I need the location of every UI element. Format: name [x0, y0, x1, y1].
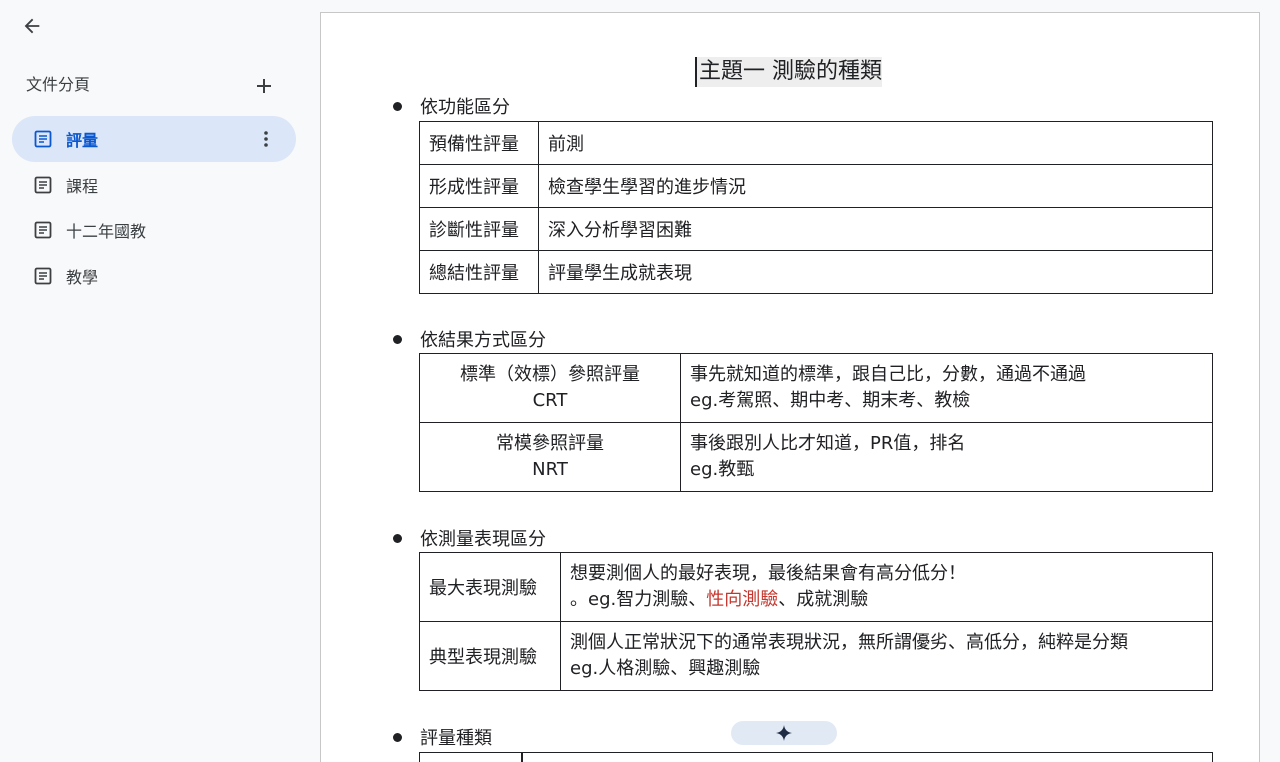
table-cell[interactable]: 檢查學生學習的進步情況 [538, 164, 1213, 208]
sidebar-item-label: 十二年國教 [66, 224, 147, 241]
section-heading[interactable]: 依結果方式區分 [393, 326, 546, 352]
sparkle-icon [776, 725, 792, 741]
table-row: 常模參照評量 NRT 事後跟別人比才知道，PR值，排名 eg.教甄 [419, 422, 1213, 492]
section-heading-text: 依結果方式區分 [420, 330, 546, 351]
sidebar-item-label: 評量 [66, 133, 99, 150]
table-row: 總結性評量 評量學生成就表現 [419, 250, 1213, 294]
function-table[interactable]: 預備性評量 前測 形成性評量 檢查學生學習的進步情況 診斷性評量 深入分析學習困… [419, 121, 1213, 294]
table-cell[interactable]: 事先就知道的標準，跟自己比，分數，通過不通過 eg.考駕照、期中考、期末考、教檢 [680, 353, 1213, 423]
sidebar: 文件分頁 評量 課程 十二年國教 教學 [0, 0, 310, 762]
document-icon [34, 221, 52, 239]
sidebar-item-label: 課程 [66, 179, 99, 196]
section-heading-text: 依測量表現區分 [420, 529, 546, 550]
document-page[interactable]: 主題一 測驗的種類 依功能區分 預備性評量 前測 形成性評量 檢查學生學習的進步… [320, 12, 1260, 762]
section-heading[interactable]: 依測量表現區分 [393, 525, 546, 551]
arrow-back-icon [24, 18, 40, 34]
table-cell[interactable]: 評量學生成就表現 [538, 250, 1213, 294]
table-row: 形成性評量 檢查學生學習的進步情況 [419, 164, 1213, 208]
table-cell[interactable]: 前測 [538, 121, 1213, 165]
bullet-icon [393, 732, 402, 742]
sidebar-item-teaching[interactable]: 教學 [12, 253, 296, 299]
table-row: 典型表現測驗 測個人正常狀況下的通常表現狀況，無所謂優劣、高低分，純粹是分類 e… [419, 621, 1213, 691]
more-vertical-icon [264, 131, 268, 147]
performance-table[interactable]: 最大表現測驗 想要測個人的最好表現，最後結果會有高分低分！ 。eg.智力測驗、性… [419, 552, 1213, 691]
table-row: 最大表現測驗 想要測個人的最好表現，最後結果會有高分低分！ 。eg.智力測驗、性… [419, 552, 1213, 622]
section-heading[interactable]: 依功能區分 [393, 93, 510, 119]
section-heading-text: 評量種類 [420, 728, 492, 749]
back-button[interactable] [14, 10, 50, 42]
sidebar-item-12-year-education[interactable]: 十二年國教 [12, 207, 296, 253]
table-cell[interactable]: 常模參照評量 NRT [419, 422, 681, 492]
table-cell[interactable]: 總結性評量 [419, 250, 539, 294]
gemini-help-me-create-button[interactable] [731, 721, 837, 745]
table-cell[interactable]: 形成性評量 [419, 164, 539, 208]
table-row: 標準（效標）參照評量 CRT 事先就知道的標準，跟自己比，分數，通過不通過 eg… [419, 353, 1213, 423]
sidebar-item-course[interactable]: 課程 [12, 162, 296, 208]
add-tab-button[interactable] [252, 74, 276, 98]
table-cell[interactable]: 事後跟別人比才知道，PR值，排名 eg.教甄 [680, 422, 1213, 492]
bullet-icon [393, 334, 402, 344]
document-icon [34, 267, 52, 285]
document-tabs-header: 文件分頁 [26, 74, 286, 98]
table-cell[interactable]: 想要測個人的最好表現，最後結果會有高分低分！ 。eg.智力測驗、性向測驗、成就測… [560, 552, 1213, 622]
document-icon [34, 176, 52, 194]
bullet-icon [393, 533, 402, 543]
table-row: 預備性評量 前測 [419, 121, 1213, 165]
assessment-types-table[interactable] [419, 752, 1213, 762]
table-cell[interactable]: 標準（效標）參照評量 CRT [419, 353, 681, 423]
examples-line: 。eg.智力測驗、性向測驗、成就測驗 [570, 589, 869, 610]
highlighted-text: 性向測驗 [706, 589, 779, 610]
document-title[interactable]: 主題一 測驗的種類 [695, 57, 882, 87]
table-cell[interactable]: 典型表現測驗 [419, 621, 561, 691]
plus-icon [257, 79, 271, 93]
table-cell[interactable]: 測個人正常狀況下的通常表現狀況，無所謂優劣、高低分，純粹是分類 eg.人格測驗、… [560, 621, 1213, 691]
docs-app: 文件分頁 評量 課程 十二年國教 教學 主題一 測驗的種類 依功能區分 預備性評… [0, 0, 1280, 762]
sidebar-item-label: 教學 [66, 270, 99, 287]
bullet-icon [393, 101, 402, 111]
document-icon [34, 130, 52, 148]
table-divider [521, 753, 523, 762]
result-table[interactable]: 標準（效標）參照評量 CRT 事先就知道的標準，跟自己比，分數，通過不通過 eg… [419, 353, 1213, 492]
table-row: 診斷性評量 深入分析學習困難 [419, 207, 1213, 251]
table-cell[interactable]: 最大表現測驗 [419, 552, 561, 622]
section-heading[interactable]: 評量種類 [393, 724, 492, 750]
table-cell[interactable]: 診斷性評量 [419, 207, 539, 251]
document-tabs-title: 文件分頁 [26, 77, 91, 94]
table-cell[interactable]: 深入分析學習困難 [538, 207, 1213, 251]
section-heading-text: 依功能區分 [420, 97, 510, 118]
tab-more-options-button[interactable] [254, 127, 278, 151]
sidebar-item-assessment[interactable]: 評量 [12, 116, 296, 162]
table-cell[interactable]: 預備性評量 [419, 121, 539, 165]
